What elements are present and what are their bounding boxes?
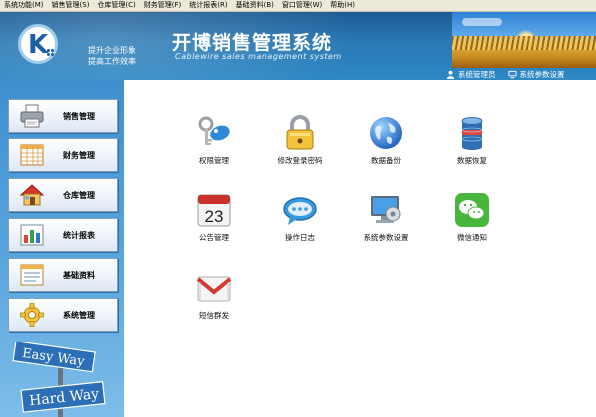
tile-label: 修改登录密码: [277, 156, 323, 165]
user-label: 系统管理员: [458, 69, 496, 79]
menu-sales[interactable]: 销售管理(S): [48, 0, 94, 11]
tile-data-backup[interactable]: 数据备份: [350, 115, 422, 177]
globe-icon: [370, 117, 402, 149]
calendar-day: 23: [205, 207, 224, 226]
calendar-icon: 23: [197, 194, 231, 227]
menu-bar: 系统功能(M) 销售管理(S) 仓库管理(C) 财务管理(F) 统计报表(R) …: [0, 0, 596, 12]
slogan-line-1: 提升企业形象: [88, 46, 136, 55]
tile-label: 公告管理: [199, 233, 229, 242]
monitor-icon: [507, 70, 517, 78]
house-icon: [19, 184, 45, 206]
menu-window[interactable]: 窗口管理(W): [278, 0, 326, 11]
tile-announcements[interactable]: 23 公告管理: [178, 192, 250, 254]
app-subtitle: Cablewire sales management system: [175, 52, 342, 61]
current-user[interactable]: 系统管理员: [446, 69, 496, 80]
database-icon: [461, 117, 483, 150]
tile-label: 短信群发: [199, 311, 229, 320]
tile-sms-broadcast[interactable]: 短信群发: [178, 270, 250, 332]
system-settings-link[interactable]: 系统参数设置: [507, 69, 565, 80]
logo-letter: K: [28, 30, 49, 60]
sidebar-item-sales[interactable]: 销售管理: [8, 99, 118, 133]
sidebar-item-label: 仓库管理: [63, 190, 95, 200]
app-title: 开博销售管理系统: [172, 32, 333, 54]
street-signs-graphic: Easy Way Hard Way: [12, 342, 106, 417]
gear-icon: [20, 303, 44, 327]
tile-wechat-notify[interactable]: 微信通知: [436, 192, 508, 254]
tile-change-password[interactable]: 修改登录密码: [264, 115, 336, 177]
tile-label: 数据备份: [371, 156, 401, 165]
wheat-stalks: [452, 36, 596, 50]
computer-settings-icon: [371, 196, 401, 223]
sidebar-item-label: 统计报表: [63, 230, 95, 240]
menu-help[interactable]: 帮助(H): [326, 0, 359, 11]
tile-data-restore[interactable]: 数据恢复: [436, 115, 508, 177]
tile-label: 数据恢复: [457, 156, 487, 165]
keys-icon: [198, 116, 230, 145]
padlock-icon: [286, 115, 314, 150]
tile-label: 系统参数设置: [363, 233, 409, 242]
sidebar-item-label: 财务管理: [63, 150, 95, 160]
tile-operation-log[interactable]: 操作日志: [264, 192, 336, 254]
bar-chart-icon: [20, 224, 44, 246]
menu-basic[interactable]: 基础资料(B): [232, 0, 278, 11]
sidebar-item-basic-data[interactable]: 基础资料: [8, 258, 118, 292]
tile-label: 操作日志: [285, 233, 315, 242]
sidebar-item-label: 基础资料: [63, 270, 95, 280]
sidebar-item-label: 系统管理: [63, 310, 95, 320]
form-icon: [20, 264, 44, 286]
sidebar-item-warehouse[interactable]: 仓库管理: [8, 178, 118, 212]
sidebar-item-reports[interactable]: 统计报表: [8, 218, 118, 252]
app-logo: K: [18, 24, 58, 64]
menu-finance[interactable]: 财务管理(F): [140, 0, 186, 11]
sidebar-item-system[interactable]: 系统管理: [8, 298, 118, 332]
speech-bubble-icon: [283, 197, 317, 225]
user-icon: [446, 70, 455, 79]
cloud: [462, 18, 502, 26]
menu-warehouse[interactable]: 仓库管理(C): [93, 0, 139, 11]
settings-label: 系统参数设置: [519, 69, 565, 79]
spreadsheet-icon: [20, 144, 44, 166]
menu-report[interactable]: 统计报表(R): [185, 0, 231, 11]
gmail-icon: [196, 276, 232, 302]
menu-system[interactable]: 系统功能(M): [0, 0, 48, 11]
sidebar-item-label: 销售管理: [63, 111, 95, 121]
user-bar: 系统管理员 系统参数设置: [446, 68, 596, 80]
tile-label: 权限管理: [199, 156, 229, 165]
tile-permissions[interactable]: 权限管理: [178, 115, 250, 177]
wechat-icon: [455, 193, 489, 227]
main-panel: 权限管理 修改登录密码 数据备份 数据恢复 23 公告管理 操作日志 系统参数设…: [124, 80, 596, 417]
printer-icon: [20, 104, 44, 128]
slogan-line-2: 提高工作效率: [88, 57, 136, 66]
sidebar-item-finance[interactable]: 财务管理: [8, 138, 118, 172]
tile-label: 微信通知: [457, 233, 487, 242]
logo-dots: [47, 49, 50, 52]
tile-system-parameters[interactable]: 系统参数设置: [350, 192, 422, 254]
wheat-field-image: [452, 12, 596, 68]
